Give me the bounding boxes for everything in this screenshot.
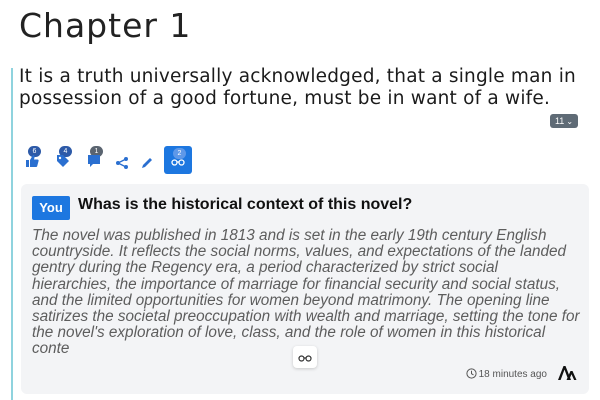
ai-logo-icon [557, 365, 577, 381]
answer-meta: 18 minutes ago [466, 368, 547, 380]
glasses-icon [171, 159, 185, 166]
share-icon [116, 157, 128, 169]
annotation-count-dropdown[interactable]: 11 ⌄ [550, 114, 578, 128]
answer-timestamp: 18 minutes ago [478, 369, 547, 380]
thumbs-up-icon [26, 155, 39, 167]
pencil-icon [142, 158, 152, 168]
like-button[interactable]: 6 [22, 146, 46, 174]
annotation-count: 11 [554, 116, 565, 126]
glasses-icon [298, 355, 312, 362]
passage-highlight-rule [11, 68, 13, 400]
chapter-title: Chapter 1 [19, 6, 192, 45]
chevron-down-icon: ⌄ [566, 117, 574, 126]
tag-icon [57, 155, 69, 167]
comment-icon [88, 155, 100, 167]
share-button[interactable] [112, 146, 136, 174]
ai-conversation-card: You Whas is the historical context of th… [21, 184, 589, 394]
user-question: Whas is the historical context of this n… [78, 196, 413, 213]
ai-reading-button[interactable]: 2 [164, 146, 192, 174]
comment-button[interactable]: 1 [84, 146, 108, 174]
edit-button[interactable] [137, 146, 161, 174]
ai-answer: The novel was published in 1813 and is s… [32, 227, 580, 358]
user-badge: You [32, 196, 70, 220]
tag-button[interactable]: 4 [53, 146, 77, 174]
ai-reading-toggle[interactable] [293, 346, 317, 368]
highlighted-passage[interactable]: It is a truth universally acknowledged, … [19, 66, 579, 110]
clock-icon [466, 368, 477, 379]
